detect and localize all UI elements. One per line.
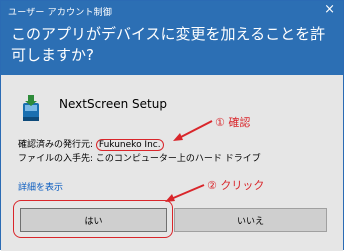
arrow-step2 — [170, 184, 205, 200]
no-button[interactable]: いいえ — [174, 208, 327, 232]
arrow-step1 — [178, 120, 213, 139]
arrowhead-step2 — [165, 194, 175, 202]
arrowhead-step1 — [173, 133, 183, 141]
yes-button[interactable]: はい — [20, 208, 167, 232]
uac-dialog: ユーザー アカウント制御 × このアプリがデバイスに変更を加えることを許可します… — [0, 0, 344, 251]
